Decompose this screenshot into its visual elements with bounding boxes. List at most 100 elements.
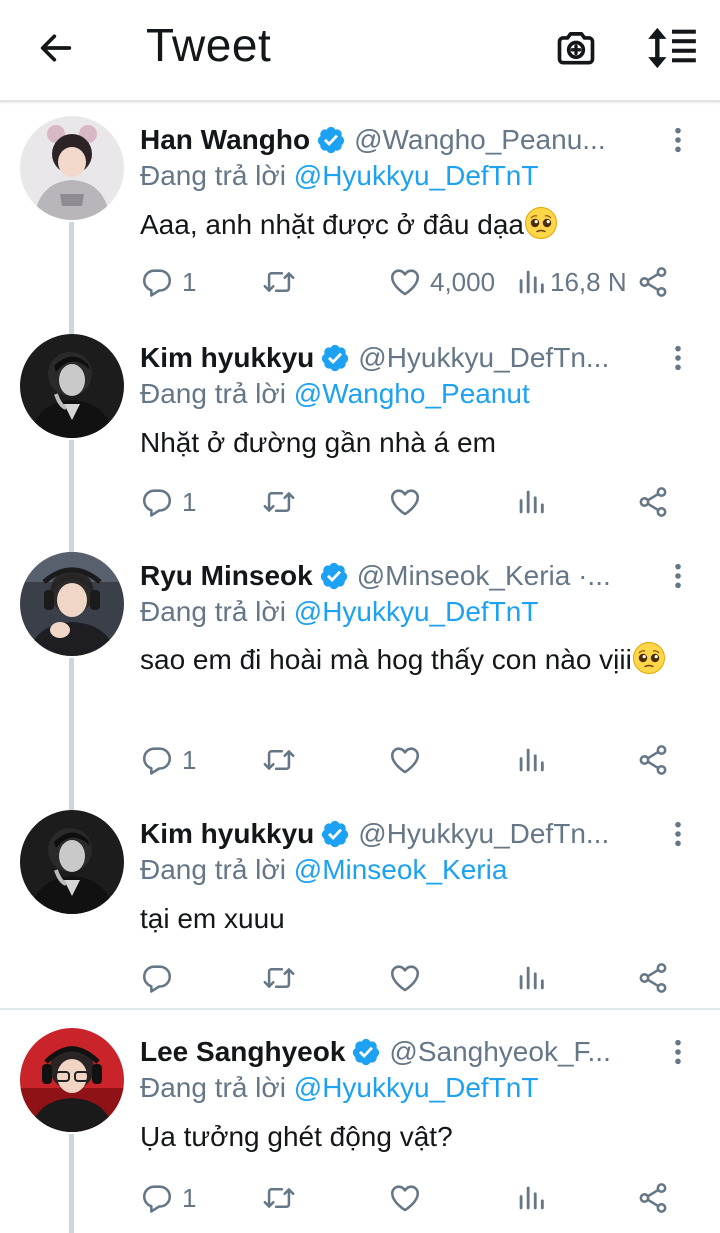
share-icon [636,485,670,519]
more-vertical-icon [673,344,683,372]
tweet[interactable]: Kim hyukkyu @Hyukkyu_DefTn... Đang trả l… [0,328,720,552]
thread-connector-line [69,1134,74,1233]
display-name[interactable]: Ryu Minseok [140,560,313,592]
camera-plus-icon [557,32,595,65]
views-button[interactable] [514,740,548,780]
more-vertical-icon [673,562,683,590]
reply-count: 1 [182,744,197,775]
thread-connector-line [69,658,74,810]
avatar[interactable] [20,1028,124,1132]
more-options-button[interactable] [664,122,692,158]
display-name[interactable]: Han Wangho [140,124,310,156]
reply-button[interactable]: 1 [140,482,196,522]
replying-to-mention[interactable]: @Hyukkyu_DefTnT [294,160,539,191]
views-button[interactable] [514,1178,548,1218]
page-title: Tweet [146,19,272,71]
display-name[interactable]: Lee Sanghyeok [140,1036,345,1068]
like-button[interactable] [388,958,422,998]
reply-count: 1 [182,486,197,517]
avatar-image [20,1028,124,1132]
like-button[interactable] [388,1178,422,1218]
like-button[interactable] [388,482,422,522]
bar-chart-icon [514,961,548,995]
replying-to-mention[interactable]: @Wangho_Peanut [294,378,530,409]
replying-to-mention[interactable]: @Minseok_Keria [294,854,508,885]
avatar[interactable] [20,552,124,656]
thread-connector-line [69,222,74,334]
verified-badge-icon [316,125,346,155]
share-button[interactable] [636,1178,670,1218]
tweet-actions [140,958,680,998]
share-button[interactable] [636,262,670,302]
reply-count: 1 [182,266,197,297]
views-button[interactable] [514,958,548,998]
username-handle[interactable]: @Hyukkyu_DefTn... [358,818,660,850]
camera-button[interactable] [552,24,600,72]
sort-replies-button[interactable] [644,22,700,74]
tweet-text: Aaa, anh nhặt được ở đâu dạa [140,206,680,244]
retweet-button[interactable] [262,958,296,998]
retweet-button[interactable] [262,482,296,522]
more-vertical-icon [673,820,683,848]
username-handle[interactable]: @Hyukkyu_DefTn... [358,342,660,374]
retweet-button[interactable] [262,740,296,780]
verified-badge-icon [320,343,350,373]
replying-to-mention[interactable]: @Hyukkyu_DefTnT [294,596,539,627]
tweet-text-content: Ụa tưởng ghét động vật? [140,1121,453,1152]
share-button[interactable] [636,958,670,998]
replying-to-mention[interactable]: @Hyukkyu_DefTnT [294,1072,539,1103]
verified-badge-icon [351,1037,381,1067]
replying-to-line: Đang trả lời @Hyukkyu_DefTnT [140,596,538,628]
more-options-button[interactable] [664,558,692,594]
bar-chart-icon [514,265,548,299]
views-button[interactable] [514,482,548,522]
pleading-face-emoji-icon [524,206,558,240]
tweet-actions: 1 [140,1178,680,1218]
reply-icon [140,485,174,519]
more-options-button[interactable] [664,816,692,852]
avatar[interactable] [20,334,124,438]
sort-icon [648,27,696,69]
avatar[interactable] [20,810,124,914]
tweet[interactable]: Kim hyukkyu @Hyukkyu_DefTn... Đang trả l… [0,804,720,1008]
tweet-text: Nhặt ở đường gần nhà á em [140,424,680,462]
avatar[interactable] [20,116,124,220]
share-button[interactable] [636,740,670,780]
avatar-image [20,116,124,220]
more-vertical-icon [673,126,683,154]
views-button[interactable]: 16,8 N [514,262,627,302]
display-name[interactable]: Kim hyukkyu [140,818,314,850]
retweet-icon [262,961,296,995]
reply-button[interactable]: 1 [140,1178,196,1218]
replying-to-line: Đang trả lời @Hyukkyu_DefTnT [140,160,538,192]
replying-to-label: Đang trả lời [140,378,286,409]
tweet-text-content: tại em xuuu [140,903,285,934]
more-options-button[interactable] [664,340,692,376]
username-handle[interactable]: @Wangho_Peanu... [354,124,660,156]
retweet-button[interactable] [262,262,296,302]
username-handle[interactable]: @Minseok_Keria ·... [357,560,660,592]
like-button[interactable]: 4,000 [388,262,495,302]
tweet-text: Ụa tưởng ghét động vật? [140,1118,680,1156]
reply-button[interactable]: 1 [140,262,196,302]
retweet-button[interactable] [262,1178,296,1218]
tweet[interactable]: Han Wangho @Wangho_Peanu... Đang trả lời… [0,110,720,334]
share-icon [636,743,670,777]
replying-to-label: Đang trả lời [140,160,286,191]
tweet[interactable]: Ryu Minseok @Minseok_Keria ·... Đang trả… [0,546,720,810]
username-handle[interactable]: @Sanghyeok_F... [389,1036,660,1068]
display-name[interactable]: Kim hyukkyu [140,342,314,374]
heart-icon [388,485,422,519]
avatar-image [20,552,124,656]
tweet[interactable]: Lee Sanghyeok @Sanghyeok_F... Đang trả l… [0,1022,720,1233]
replying-to-line: Đang trả lời @Minseok_Keria [140,854,507,886]
tweet-text: sao em đi hoài mà hog thấy con nào vịii [140,640,680,680]
retweet-icon [262,743,296,777]
share-button[interactable] [636,482,670,522]
reply-button[interactable]: 1 [140,740,196,780]
back-button[interactable] [30,22,82,74]
more-vertical-icon [673,1038,683,1066]
reply-button[interactable] [140,958,174,998]
like-button[interactable] [388,740,422,780]
more-options-button[interactable] [664,1034,692,1070]
